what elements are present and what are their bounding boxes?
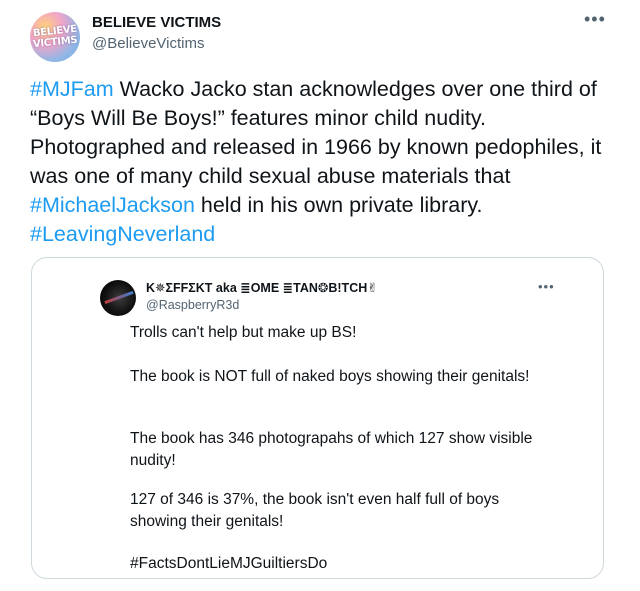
quoted-hashtag[interactable]: #FactsDontLieMJGuiltiersDo bbox=[130, 553, 550, 575]
avatar-graphic bbox=[104, 290, 134, 305]
quoted-display-name[interactable]: K✵ΣFFΣKT aka ≣OME ≣TAN❂B!TCH✌ bbox=[146, 280, 378, 295]
display-name[interactable]: BELIEVE VICTIMS bbox=[92, 14, 221, 31]
tweet-text: #MJFam Wacko Jacko stan acknowledges ove… bbox=[30, 75, 610, 249]
quoted-paragraph: The book is NOT full of naked boys showi… bbox=[130, 368, 530, 385]
tweet-text-part1: Wacko Jacko stan acknowledges over one t… bbox=[30, 77, 602, 188]
quoted-avatar[interactable] bbox=[100, 280, 136, 316]
quoted-paragraph: 127 of 346 is 37%, the book isn't even h… bbox=[130, 491, 500, 530]
user-handle[interactable]: @BelieveVictims bbox=[92, 35, 205, 52]
avatar[interactable]: BELIEVE VICTIMS bbox=[30, 12, 80, 62]
quoted-more-options-icon[interactable]: ••• bbox=[538, 279, 555, 294]
hashtag-michaeljackson[interactable]: #MichaelJackson bbox=[30, 193, 195, 217]
tweet-text-part2: held in his own private library. bbox=[194, 193, 483, 217]
quoted-paragraph: Trolls can't help but make up BS! bbox=[130, 324, 357, 341]
quoted-user-handle[interactable]: @RaspberryR3d bbox=[146, 298, 239, 312]
tweet-card: BELIEVE VICTIMS BELIEVE VICTIMS @Believe… bbox=[0, 0, 640, 591]
hashtag-leavingneverland[interactable]: #LeavingNeverland bbox=[30, 222, 215, 246]
quoted-paragraph: The book has 346 photograpahs of which 1… bbox=[130, 430, 533, 469]
hashtag-mjfam[interactable]: #MJFam bbox=[30, 77, 114, 101]
more-options-icon[interactable]: ••• bbox=[584, 10, 606, 28]
